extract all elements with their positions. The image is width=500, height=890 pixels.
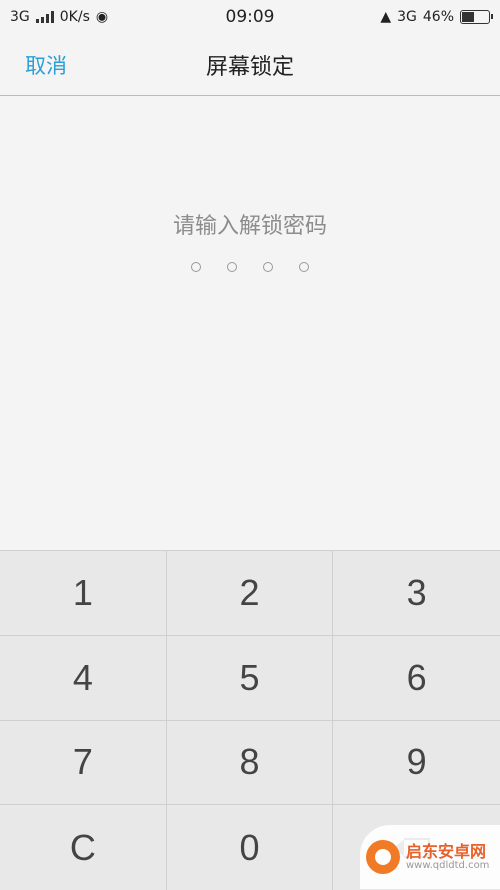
watermark-logo-icon: [366, 840, 400, 874]
key-7[interactable]: 7: [0, 720, 167, 806]
pin-dot: [191, 262, 201, 272]
pin-dot: [263, 262, 273, 272]
key-0[interactable]: 0: [167, 805, 334, 890]
password-prompt: 请输入解锁密码: [172, 214, 327, 239]
watermark-url: www.qdldtd.com: [406, 860, 490, 872]
key-8[interactable]: 8: [166, 720, 334, 806]
key-4[interactable]: 4: [0, 635, 167, 721]
battery-percent: 46%: [422, 9, 454, 25]
key-1[interactable]: 1: [0, 551, 167, 636]
network-type-right: 3G: [397, 9, 417, 25]
data-speed: 0K/s: [59, 9, 90, 25]
status-right: ▲ 3G 46%: [380, 9, 493, 25]
pin-dot: [227, 262, 237, 272]
key-2[interactable]: 2: [166, 551, 334, 636]
page-title: 屏幕锁定: [205, 55, 294, 80]
watermark-name: 启东安卓网: [406, 841, 487, 861]
status-bar: 3G 0K/s ◉ 09:09 ▲ 3G 46%: [0, 0, 500, 34]
key-9[interactable]: 9: [333, 721, 500, 806]
header: 取消 屏幕锁定: [0, 34, 500, 96]
watermark: 启东安卓网 www.qdldtd.com: [360, 825, 500, 889]
key-6[interactable]: 6: [333, 636, 500, 721]
key-3[interactable]: 3: [333, 551, 500, 636]
network-type-left: 3G: [10, 9, 30, 25]
battery-icon: [460, 10, 493, 24]
signal-icon: [35, 11, 54, 23]
globe-icon: ◉: [95, 9, 109, 25]
key-5[interactable]: 5: [166, 635, 334, 721]
status-left: 3G 0K/s ◉: [10, 9, 108, 25]
mute-icon: ▲: [380, 9, 392, 25]
pin-dots: [0, 262, 500, 272]
clear-key[interactable]: C: [0, 805, 167, 890]
pin-dot: [299, 262, 309, 272]
